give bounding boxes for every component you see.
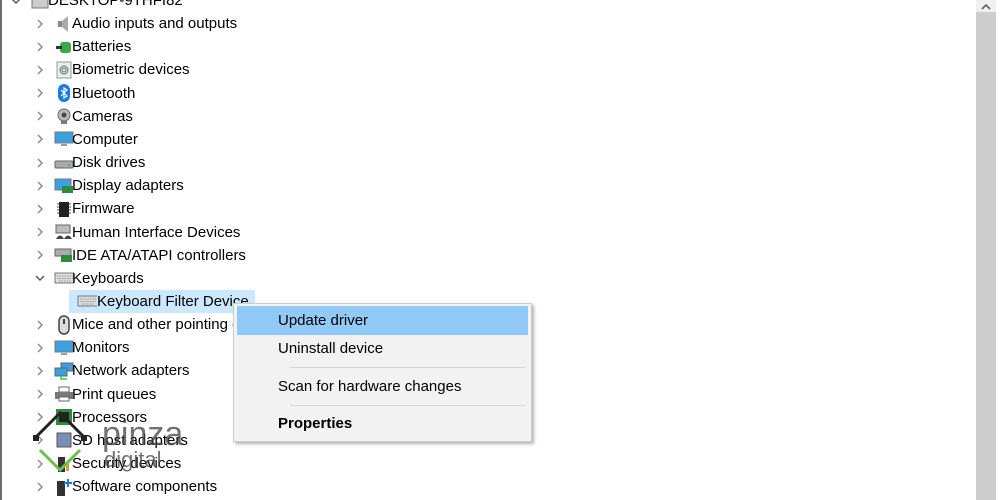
tree-item-label: Biometric devices bbox=[72, 61, 190, 79]
menu-item-label: Update driver bbox=[278, 312, 369, 329]
chevron-right-icon[interactable] bbox=[32, 479, 48, 495]
menu-item-properties[interactable]: Properties bbox=[237, 409, 528, 438]
tree-child-item[interactable]: Keyboard Filter Device bbox=[69, 289, 255, 313]
tree-item-label: Keyboards bbox=[72, 269, 144, 287]
bluetooth-icon bbox=[54, 83, 74, 103]
chevron-right-icon[interactable] bbox=[32, 363, 48, 379]
mouse-icon bbox=[54, 314, 74, 335]
tree-item-label: Computer bbox=[72, 130, 138, 148]
computer-root-icon bbox=[30, 0, 50, 11]
chevron-right-icon[interactable] bbox=[32, 224, 48, 240]
speaker-icon bbox=[54, 14, 74, 34]
menu-item-update-driver[interactable]: Update driver bbox=[237, 306, 528, 335]
scrollbar-thumb[interactable] bbox=[976, 12, 996, 500]
tree-item-label: Security devices bbox=[72, 455, 182, 472]
chevron-right-icon[interactable] bbox=[32, 340, 48, 356]
tree-item-label: Display adapters bbox=[72, 177, 184, 195]
context-menu: Update driver Uninstall device Scan for … bbox=[233, 303, 532, 442]
display-adapter-icon bbox=[54, 176, 74, 196]
controller-icon bbox=[54, 245, 74, 265]
menu-item-label: Uninstall device bbox=[278, 340, 384, 357]
disk-drive-icon bbox=[54, 153, 74, 173]
tree-item-label: Software components bbox=[72, 478, 218, 496]
tree-item-label: Batteries bbox=[72, 38, 132, 56]
network-icon bbox=[54, 361, 74, 381]
tree-item-label: Processors bbox=[72, 408, 148, 426]
chevron-right-icon[interactable] bbox=[32, 456, 48, 472]
chevron-right-icon[interactable] bbox=[32, 39, 48, 55]
chevron-right-icon[interactable] bbox=[32, 317, 48, 333]
menu-separator bbox=[290, 367, 525, 368]
battery-icon bbox=[54, 37, 74, 57]
tree-item-label: DESKTOP-9THFI82 bbox=[48, 0, 183, 9]
chevron-right-icon[interactable] bbox=[32, 85, 48, 101]
tree-item-label: Monitors bbox=[72, 339, 130, 357]
tree-item-label: Firmware bbox=[72, 200, 135, 218]
monitor-icon bbox=[54, 129, 74, 149]
keyboard-icon bbox=[54, 268, 74, 288]
fingerprint-icon bbox=[54, 60, 74, 80]
security-key-icon bbox=[54, 454, 74, 474]
sd-card-icon bbox=[54, 430, 74, 450]
tree-item-label: Bluetooth bbox=[72, 84, 136, 102]
chip-icon bbox=[54, 199, 74, 219]
tree-item-label: SD host adapters bbox=[72, 431, 188, 449]
window-border bbox=[0, 0, 2, 500]
tree-item-label: IDE ATA/ATAPI controllers bbox=[72, 246, 246, 264]
tree-item-label: Human Interface Devices bbox=[72, 223, 241, 241]
menu-item-uninstall-device[interactable]: Uninstall device bbox=[237, 334, 528, 363]
tree-item-label: Disk drives bbox=[72, 154, 146, 172]
chevron-right-icon[interactable] bbox=[32, 155, 48, 171]
scroll-up-icon[interactable] bbox=[976, 0, 996, 12]
tree-item-label: Keyboard Filter Device bbox=[97, 292, 249, 310]
chevron-right-icon[interactable] bbox=[32, 62, 48, 78]
menu-separator bbox=[290, 405, 525, 406]
chevron-right-icon[interactable] bbox=[32, 247, 48, 263]
software-component-icon bbox=[54, 477, 74, 497]
chevron-right-icon[interactable] bbox=[32, 16, 48, 32]
tree-item-label: Audio inputs and outputs bbox=[72, 15, 238, 33]
menu-item-label: Properties bbox=[278, 415, 353, 432]
tree-item-label: Network adapters bbox=[72, 362, 190, 380]
printer-icon bbox=[54, 384, 74, 404]
hid-icon bbox=[54, 222, 74, 242]
chevron-right-icon[interactable] bbox=[32, 178, 48, 194]
chevron-down-icon[interactable] bbox=[32, 270, 48, 286]
tree-item-label: Cameras bbox=[72, 107, 133, 125]
menu-item-scan-hardware[interactable]: Scan for hardware changes bbox=[237, 372, 528, 401]
monitor-icon bbox=[54, 338, 74, 358]
vertical-scrollbar[interactable] bbox=[976, 0, 996, 500]
chevron-right-icon[interactable] bbox=[32, 201, 48, 217]
chevron-right-icon[interactable] bbox=[32, 108, 48, 124]
chevron-right-icon[interactable] bbox=[32, 131, 48, 147]
tree-item-label: Print queues bbox=[72, 385, 157, 403]
chevron-right-icon[interactable] bbox=[32, 386, 48, 402]
chevron-right-icon[interactable] bbox=[32, 409, 48, 425]
menu-item-label: Scan for hardware changes bbox=[278, 378, 462, 395]
keyboard-icon bbox=[77, 291, 97, 311]
chevron-right-icon[interactable] bbox=[32, 432, 48, 448]
processor-icon bbox=[54, 407, 74, 427]
chevron-down-icon[interactable] bbox=[8, 0, 24, 9]
camera-icon bbox=[54, 106, 74, 126]
